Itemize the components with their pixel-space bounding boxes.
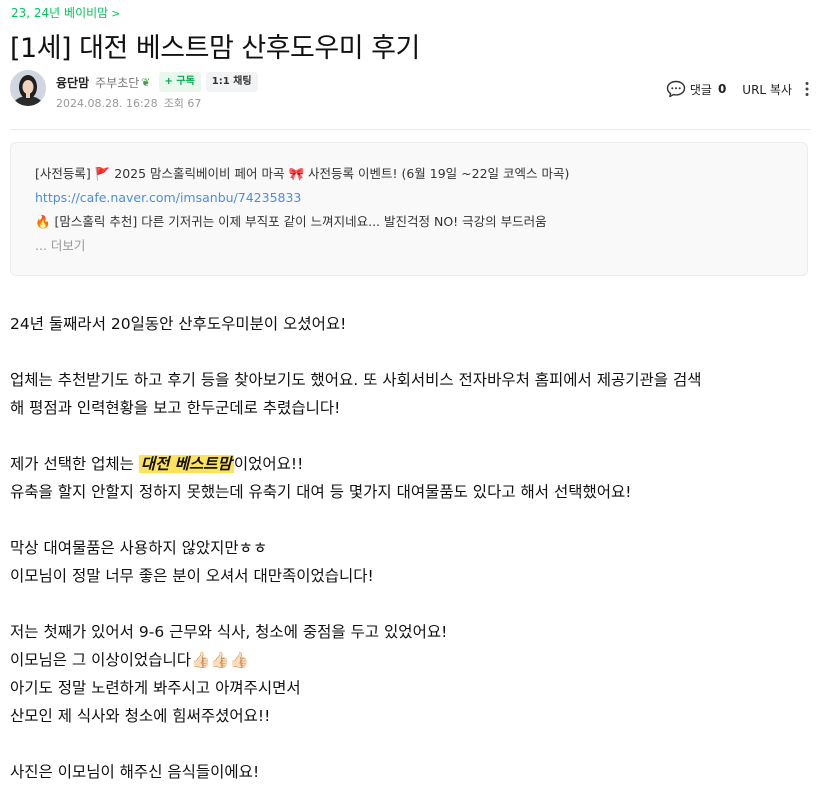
content-paragraph: 이모님은 그 이상이었습니다👍🏻👍🏻👍🏻 xyxy=(10,651,249,669)
avatar[interactable] xyxy=(10,70,46,106)
comment-button[interactable]: 댓글 0 xyxy=(666,80,726,98)
avatar-photo xyxy=(10,70,46,106)
author-row: 융단맘 주부초단 ❦ + 구독 1:1 채팅 xyxy=(56,72,258,92)
comment-bubble-icon xyxy=(666,80,686,98)
content-text: 제가 선택한 업체는 xyxy=(10,455,139,473)
view-count: 조회 67 xyxy=(163,97,202,110)
header-divider xyxy=(10,129,810,130)
chat-button[interactable]: 1:1 채팅 xyxy=(205,72,258,92)
content-paragraph: 아기도 정말 노련하게 봐주시고 아껴주시면서 xyxy=(10,679,301,697)
notice-more-button[interactable]: ... 더보기 xyxy=(35,234,783,258)
cafe-notice-box: [사전등록] 🚩 2025 맘스홀릭베이비 페어 마곡 🎀 사전등록 이벤트! … xyxy=(10,142,808,276)
content-paragraph: 업체는 추천받기도 하고 후기 등을 찾아보기도 했어요. 또 사회서비스 전자… xyxy=(10,371,702,389)
chevron-right-icon: > xyxy=(111,7,121,20)
post-content: 24년 둘째라서 20일동안 산후도우미분이 오셨어요! 업체는 추천받기도 하… xyxy=(10,310,702,786)
notice-line-event: [사전등록] 🚩 2025 맘스홀릭베이비 페어 마곡 🎀 사전등록 이벤트! … xyxy=(35,166,570,181)
post-meta: 2024.08.28. 16:28 조회 67 xyxy=(56,95,201,111)
content-paragraph: 막상 대여물품은 사용하지 않았지만ㅎㅎ xyxy=(10,539,268,557)
follow-button[interactable]: + 구독 xyxy=(158,72,201,92)
comment-label[interactable]: 댓글 xyxy=(690,81,712,98)
notice-link[interactable]: https://cafe.naver.com/imsanbu/74235833 xyxy=(35,190,301,205)
sprout-icon: ❦ xyxy=(141,75,151,89)
more-vertical-icon[interactable] xyxy=(802,80,812,98)
cafe-post-page: 23, 24년 베이비맘 > [1세] 대전 베스트맘 산후도우미 후기 융단맘 … xyxy=(0,0,820,798)
author-name[interactable]: 융단맘 xyxy=(56,74,89,91)
url-copy-button[interactable]: URL 복사 xyxy=(742,81,792,98)
content-paragraph: 저는 첫째가 있어서 9-6 근무와 식사, 청소에 중점을 두고 있었어요! xyxy=(10,623,448,641)
content-paragraph: 이모님이 정말 너무 좋은 분이 오셔서 대만족이었습니다! xyxy=(10,567,374,585)
post-date: 2024.08.28. 16:28 xyxy=(56,97,158,110)
comment-count[interactable]: 0 xyxy=(718,82,726,96)
breadcrumb[interactable]: 23, 24년 베이비맘 > xyxy=(11,4,120,21)
post-title: [1세] 대전 베스트맘 산후도우미 후기 xyxy=(10,33,420,64)
content-paragraph-highlight: 제가 선택한 업체는 대전 베스트맘 이었어요!! xyxy=(10,450,702,478)
highlighted-company-name: 대전 베스트맘 xyxy=(138,455,234,473)
content-paragraph: 24년 둘째라서 20일동안 산후도우미분이 오셨어요! xyxy=(10,315,347,333)
author-grade: 주부초단 xyxy=(95,75,140,90)
content-paragraph: 산모인 제 식사와 청소에 힘써주셨어요!! xyxy=(10,707,271,725)
content-paragraph: 해 평점과 인력현황을 보고 한두군데로 추렸습니다! xyxy=(10,399,341,417)
content-text: 이었어요!! xyxy=(233,455,304,473)
content-paragraph: 유축을 할지 안할지 정하지 못했는데 유축기 대여 등 몇가지 대여물품도 있… xyxy=(10,483,632,501)
content-paragraph: 사진은 이모님이 해주신 음식들이에요! xyxy=(10,763,260,781)
notice-line-recommend: 🔥 [맘스홀릭 추천] 다른 기저귀는 이제 부직포 같이 느껴지네요... 발… xyxy=(35,214,547,229)
breadcrumb-label[interactable]: 23, 24년 베이비맘 xyxy=(11,6,108,20)
post-actions: 댓글 0 URL 복사 xyxy=(666,80,812,98)
